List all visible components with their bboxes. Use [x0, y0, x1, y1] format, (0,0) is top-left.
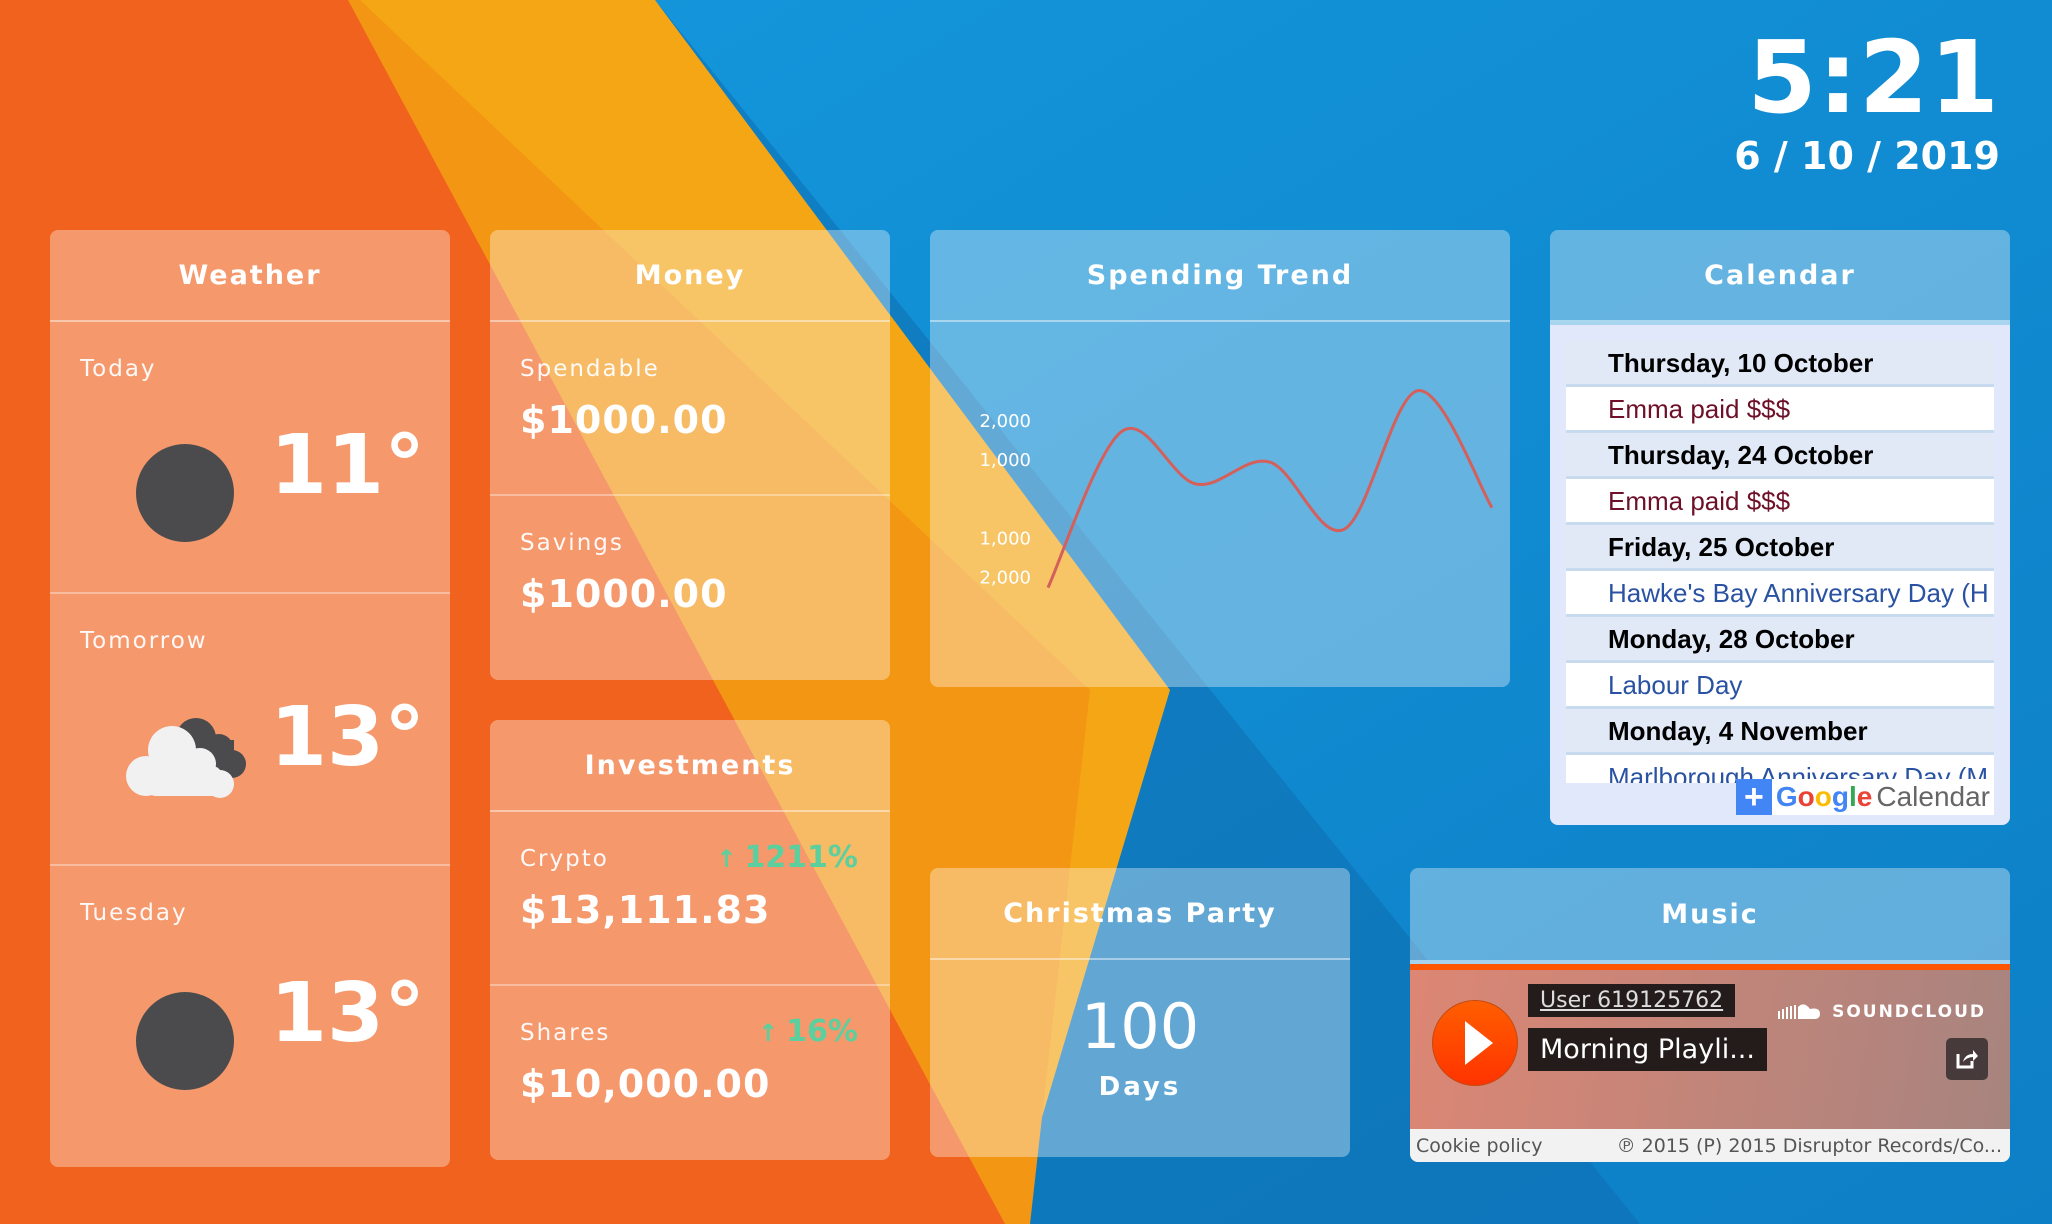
calendar-event[interactable]: Labour Day	[1566, 663, 1994, 709]
share-icon	[1956, 1050, 1978, 1069]
arrow-up-icon: ↑	[716, 845, 737, 873]
calendar-day-header: Thursday, 10 October	[1566, 341, 1994, 387]
soundcloud-user-link[interactable]: User 619125762	[1528, 984, 1736, 1017]
spending-trend-title: Spending Trend	[930, 230, 1510, 322]
weather-day-label: Today	[80, 356, 157, 382]
money-savings: Savings $1000.00	[490, 496, 890, 680]
share-button[interactable]	[1946, 1038, 1988, 1080]
calendar-word: Calendar	[1876, 781, 1990, 812]
christmas-party-panel: Christmas Party 100 Days	[930, 868, 1350, 1157]
calendar-day-header: Thursday, 24 October	[1566, 433, 1994, 479]
countdown-unit: Days	[1098, 1072, 1182, 1102]
calendar-event[interactable]: Hawke's Bay Anniversary Day (H	[1566, 571, 1994, 617]
weather-day-tuesday: Tuesday 13°	[50, 866, 450, 1167]
play-button[interactable]	[1432, 1000, 1518, 1086]
weather-panel: Weather Today 11° Tomorrow 13° Tuesday 1…	[50, 230, 450, 1167]
soundcloud-icon	[1778, 1004, 1821, 1019]
cookie-policy-link[interactable]: Cookie policy	[1416, 1135, 1542, 1157]
christmas-title: Christmas Party	[930, 868, 1350, 960]
weather-temp: 13°	[270, 966, 426, 1061]
plus-icon: +	[1735, 778, 1772, 816]
weather-day-label: Tomorrow	[80, 628, 208, 654]
soundcloud-footer: Cookie policy ℗ 2015 (P) 2015 Disruptor …	[1410, 1129, 2010, 1162]
weather-day-label: Tuesday	[80, 900, 188, 926]
clock-time: 5:21	[1747, 19, 2000, 136]
calendar-day-header: Monday, 28 October	[1566, 617, 1994, 663]
change-value: 16%	[786, 1014, 858, 1049]
investments-panel: Investments Crypto ↑ 1211% $13,111.83 Sha…	[490, 720, 890, 1160]
y-tick-label: 2,000	[979, 567, 1031, 588]
google-logo: Google	[1772, 781, 1872, 813]
soundcloud-progress-bar	[1410, 960, 2010, 970]
google-letter: g	[1831, 781, 1849, 812]
money-label: Spendable	[520, 356, 660, 382]
google-letter: o	[1814, 781, 1832, 812]
calendar-day-header: Monday, 4 November	[1566, 709, 1994, 755]
google-letter: l	[1849, 781, 1857, 812]
money-spendable: Spendable $1000.00	[490, 322, 890, 496]
weather-temp: 13°	[270, 690, 426, 785]
soundcloud-logo[interactable]: SOUNDCLOUD	[1778, 1002, 1986, 1022]
investment-shares: Shares ↑ 16% $10,000.00	[490, 986, 890, 1160]
investment-label: Crypto	[520, 846, 609, 872]
money-value: $1000.00	[520, 572, 728, 616]
soundcloud-main: User 619125762 Morning Playli... SOUNDCL…	[1410, 970, 2010, 1130]
music-title: Music	[1661, 898, 1759, 930]
calendar-embed: Thursday, 10 October Emma paid $$$ Thursda…	[1550, 322, 2010, 825]
investment-value: $10,000.00	[520, 1062, 771, 1106]
weather-day-today: Today 11°	[50, 322, 450, 594]
track-title[interactable]: Morning Playli...	[1528, 1028, 1767, 1071]
series-line-spending	[1046, 389, 1494, 589]
arrow-up-icon: ↑	[758, 1019, 779, 1047]
google-letter: e	[1856, 781, 1873, 812]
money-title: Money	[490, 230, 890, 322]
calendar-title: Calendar	[1550, 230, 2010, 322]
investment-label: Shares	[520, 1020, 611, 1046]
calendar-day-header: Friday, 25 October	[1566, 525, 1994, 571]
calendar-agenda[interactable]: Thursday, 10 October Emma paid $$$ Thursda…	[1566, 341, 1994, 783]
investments-title: Investments	[490, 720, 890, 812]
moon-icon	[136, 992, 234, 1090]
clock-date: 6 / 10 / 2019	[1734, 134, 2000, 178]
y-tick-label: 1,000	[979, 528, 1031, 549]
clock: 5:21 6 / 10 / 2019	[1734, 28, 2000, 180]
change-value: 1211%	[744, 840, 858, 875]
countdown-number: 100	[1080, 990, 1200, 1063]
y-tick-label: 2,000	[979, 411, 1031, 432]
weather-temp: 11°	[270, 418, 426, 513]
weather-day-tomorrow: Tomorrow 13°	[50, 594, 450, 866]
add-to-google-calendar-button[interactable]: + Google Calendar	[1735, 778, 1994, 816]
spending-trend-panel: Spending Trend 2,000 1,000 1,000 2,000	[930, 230, 1510, 687]
copyright-text: ℗ 2015 (P) 2015 Disruptor Records/Co...	[1616, 1134, 2002, 1157]
money-panel: Money Spendable $1000.00 Savings $1000.0…	[490, 230, 890, 680]
investment-value: $13,111.83	[520, 888, 771, 932]
calendar-panel: Calendar Thursday, 10 October Emma paid $…	[1550, 230, 2010, 825]
cloudy-night-icon	[126, 718, 246, 798]
google-letter: G	[1775, 781, 1798, 812]
calendar-event[interactable]: Emma paid $$$	[1566, 479, 1994, 525]
money-value: $1000.00	[520, 398, 728, 442]
investment-crypto: Crypto ↑ 1211% $13,111.83	[490, 812, 890, 986]
money-label: Savings	[520, 530, 624, 556]
spending-trend-chart: 2,000 1,000 1,000 2,000	[979, 389, 1494, 589]
soundcloud-brand: SOUNDCLOUD	[1832, 1002, 1986, 1022]
music-panel: Music User 619125762 Morning Playli... S…	[1410, 868, 2010, 1162]
y-tick-label: 1,000	[979, 450, 1031, 471]
moon-icon	[136, 444, 234, 542]
google-letter: o	[1797, 781, 1815, 812]
investment-change: ↑ 1211%	[716, 840, 858, 875]
weather-title: Weather	[50, 230, 450, 322]
investment-change: ↑ 16%	[758, 1014, 858, 1049]
calendar-event[interactable]: Emma paid $$$	[1566, 387, 1994, 433]
